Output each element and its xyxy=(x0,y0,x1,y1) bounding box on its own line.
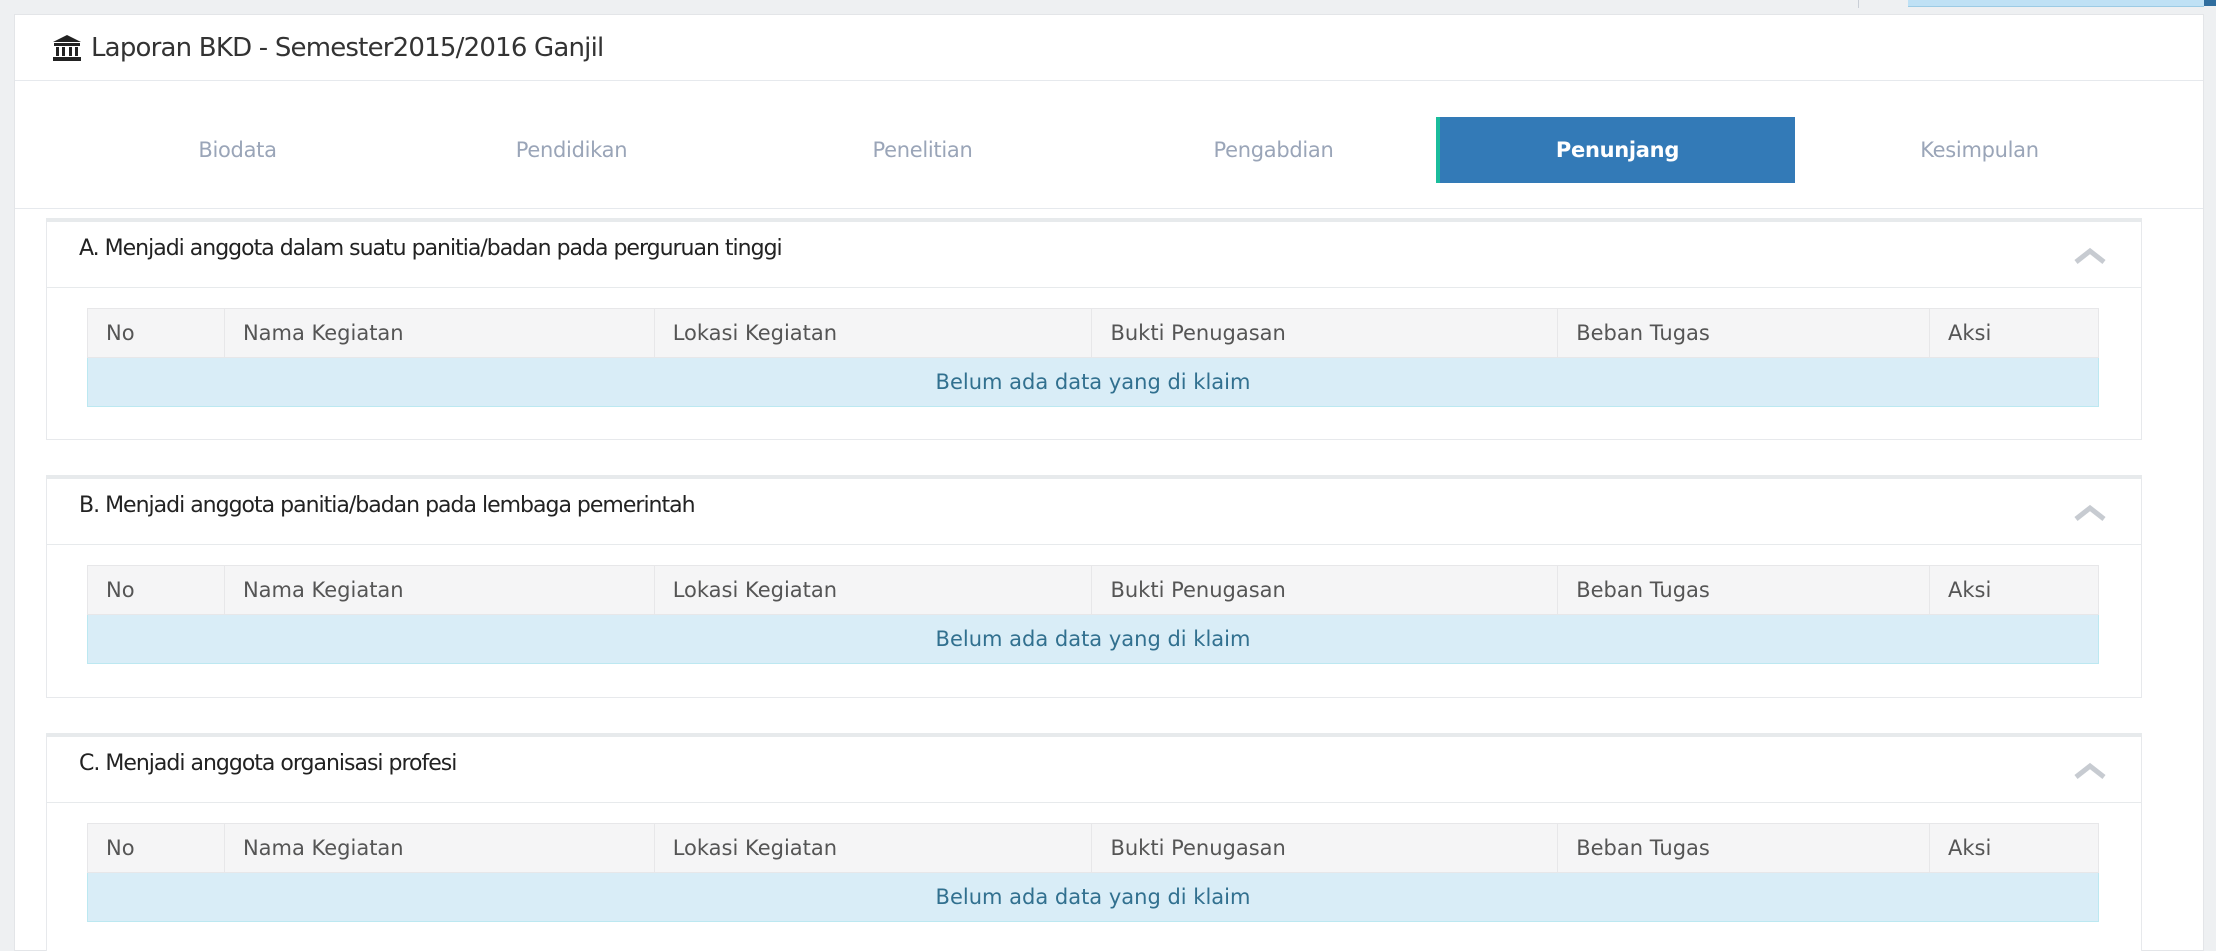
tab-kesimpulan[interactable]: Kesimpulan xyxy=(1800,117,2159,183)
col-bukti-penugasan: Bukti Penugasan xyxy=(1091,565,1559,615)
col-no: No xyxy=(87,823,225,873)
chevron-up-icon[interactable] xyxy=(2073,761,2107,781)
col-beban-tugas: Beban Tugas xyxy=(1557,823,1931,873)
section-panel-a: A. Menjadi anggota dalam suatu panitia/b… xyxy=(46,218,2142,440)
col-beban-tugas: Beban Tugas xyxy=(1557,308,1931,358)
tab-penunjang[interactable]: Penunjang xyxy=(1436,117,1795,183)
section-title: B. Menjadi anggota panitia/badan pada le… xyxy=(79,493,696,518)
table-row: Belum ada data yang di klaim xyxy=(87,357,2099,407)
col-lokasi-kegiatan: Lokasi Kegiatan xyxy=(653,823,1093,873)
empty-message: Belum ada data yang di klaim xyxy=(87,872,2099,922)
activity-table: No Nama Kegiatan Lokasi Kegiatan Bukti P… xyxy=(87,308,2099,407)
activity-table: No Nama Kegiatan Lokasi Kegiatan Bukti P… xyxy=(87,565,2099,664)
top-right-dark-edge xyxy=(2204,0,2216,6)
tab-penelitian[interactable]: Penelitian xyxy=(743,117,1102,183)
tab-pengabdian[interactable]: Pengabdian xyxy=(1094,117,1453,183)
table-header-row: No Nama Kegiatan Lokasi Kegiatan Bukti P… xyxy=(87,565,2099,615)
tab-pendidikan[interactable]: Pendidikan xyxy=(392,117,751,183)
section-panel-c: C. Menjadi anggota organisasi profesi No… xyxy=(46,733,2142,951)
table-row: Belum ada data yang di klaim xyxy=(87,614,2099,664)
activity-table: No Nama Kegiatan Lokasi Kegiatan Bukti P… xyxy=(87,823,2099,922)
col-bukti-penugasan: Bukti Penugasan xyxy=(1091,823,1559,873)
page-title: Laporan BKD - Semester2015/2016 Ganjil xyxy=(91,32,604,63)
col-aksi: Aksi xyxy=(1929,308,2099,358)
section-panel-b: B. Menjadi anggota panitia/badan pada le… xyxy=(46,475,2142,698)
col-nama-kegiatan: Nama Kegiatan xyxy=(223,308,655,358)
institution-icon xyxy=(53,34,81,61)
table-row: Belum ada data yang di klaim xyxy=(87,872,2099,922)
empty-message: Belum ada data yang di klaim xyxy=(87,357,2099,407)
col-lokasi-kegiatan: Lokasi Kegiatan xyxy=(653,565,1093,615)
tab-bar: Biodata Pendidikan Penelitian Pengabdian… xyxy=(15,81,2203,209)
tab-biodata[interactable]: Biodata xyxy=(58,117,417,183)
section-title: A. Menjadi anggota dalam suatu panitia/b… xyxy=(79,236,783,261)
chevron-up-icon[interactable] xyxy=(2073,246,2107,266)
empty-message: Belum ada data yang di klaim xyxy=(87,614,2099,664)
page-header: Laporan BKD - Semester2015/2016 Ganjil xyxy=(15,15,2203,81)
top-right-button-edge[interactable] xyxy=(1908,0,2204,7)
col-aksi: Aksi xyxy=(1929,565,2099,615)
table-header-row: No Nama Kegiatan Lokasi Kegiatan Bukti P… xyxy=(87,308,2099,358)
col-no: No xyxy=(87,308,225,358)
col-aksi: Aksi xyxy=(1929,823,2099,873)
col-beban-tugas: Beban Tugas xyxy=(1557,565,1931,615)
col-lokasi-kegiatan: Lokasi Kegiatan xyxy=(653,308,1093,358)
col-bukti-penugasan: Bukti Penugasan xyxy=(1091,308,1559,358)
top-strip xyxy=(0,0,2216,14)
section-title: C. Menjadi anggota organisasi profesi xyxy=(79,751,457,776)
chevron-up-icon[interactable] xyxy=(2073,503,2107,523)
top-divider xyxy=(1858,0,1859,8)
col-nama-kegiatan: Nama Kegiatan xyxy=(223,823,655,873)
panel-heading: A. Menjadi anggota dalam suatu panitia/b… xyxy=(47,222,2141,288)
col-no: No xyxy=(87,565,225,615)
table-header-row: No Nama Kegiatan Lokasi Kegiatan Bukti P… xyxy=(87,823,2099,873)
panel-heading: B. Menjadi anggota panitia/badan pada le… xyxy=(47,479,2141,545)
col-nama-kegiatan: Nama Kegiatan xyxy=(223,565,655,615)
panel-heading: C. Menjadi anggota organisasi profesi xyxy=(47,737,2141,803)
